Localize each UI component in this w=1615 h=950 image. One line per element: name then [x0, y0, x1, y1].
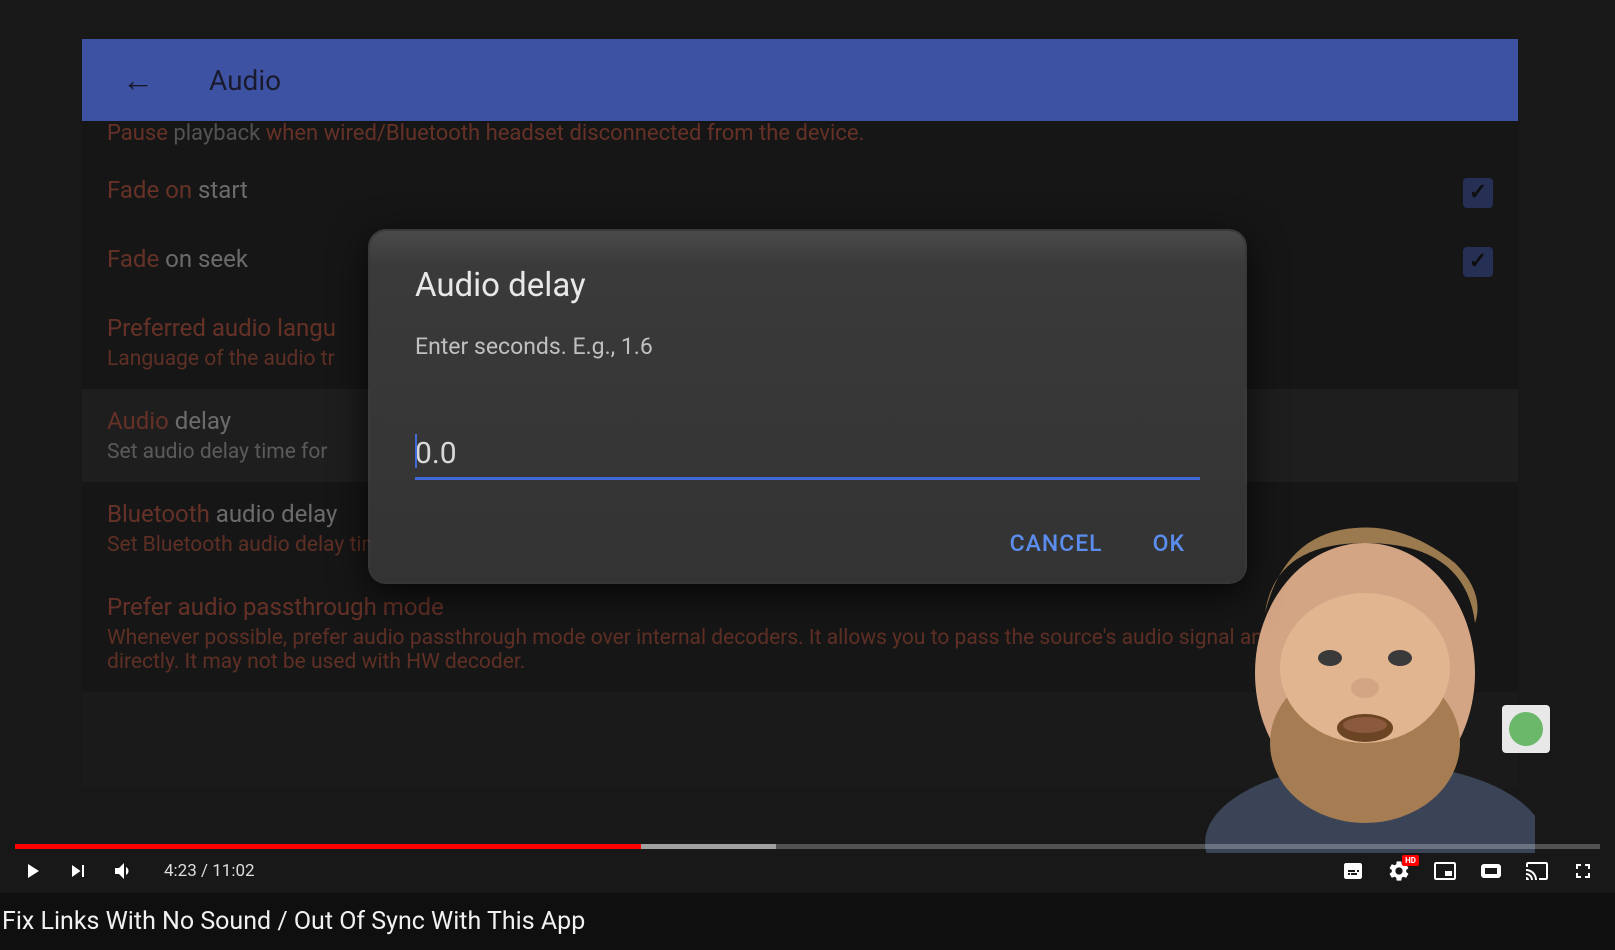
audio-delay-dialog: Audio delay Enter seconds. E.g., 1.6 CAN… — [370, 231, 1245, 582]
fullscreen-icon[interactable] — [1571, 859, 1595, 883]
dialog-title: Audio delay — [415, 266, 1200, 305]
audio-delay-input[interactable] — [415, 430, 1200, 480]
cast-icon[interactable] — [1525, 859, 1549, 883]
video-player-area: ← Audio Pause playback when wired/Blueto… — [0, 0, 1615, 893]
next-icon[interactable] — [66, 859, 90, 883]
volume-icon[interactable] — [112, 859, 136, 883]
app-header-title: Audio — [209, 64, 281, 97]
subtitles-icon[interactable] — [1341, 859, 1365, 883]
player-controls: 4:23 / 11:02 HD — [0, 849, 1615, 893]
partial-setting-text: Pause playback when wired/Bluetooth head… — [82, 121, 1518, 158]
time-display: 4:23 / 11:02 — [164, 861, 255, 881]
back-arrow-icon[interactable]: ← — [122, 61, 154, 99]
app-header: ← Audio — [82, 39, 1518, 121]
play-icon[interactable] — [20, 859, 44, 883]
channel-badge[interactable] — [1502, 705, 1550, 753]
checkbox-icon[interactable]: ✓ — [1463, 247, 1493, 277]
miniplayer-icon[interactable] — [1433, 859, 1457, 883]
cancel-button[interactable]: CANCEL — [1010, 530, 1103, 557]
channel-avatar-icon — [1509, 712, 1543, 746]
settings-icon[interactable]: HD — [1387, 859, 1411, 883]
dialog-subtitle: Enter seconds. E.g., 1.6 — [415, 333, 1200, 360]
hd-badge: HD — [1402, 855, 1419, 866]
setting-fade-on-start[interactable]: Fade on start ✓ — [82, 158, 1518, 227]
checkbox-icon[interactable]: ✓ — [1463, 178, 1493, 208]
ok-button[interactable]: OK — [1153, 530, 1185, 557]
theater-icon[interactable] — [1479, 859, 1503, 883]
text-cursor — [415, 434, 417, 468]
video-title[interactable]: Fix Links With No Sound / Out Of Sync Wi… — [0, 893, 1615, 950]
